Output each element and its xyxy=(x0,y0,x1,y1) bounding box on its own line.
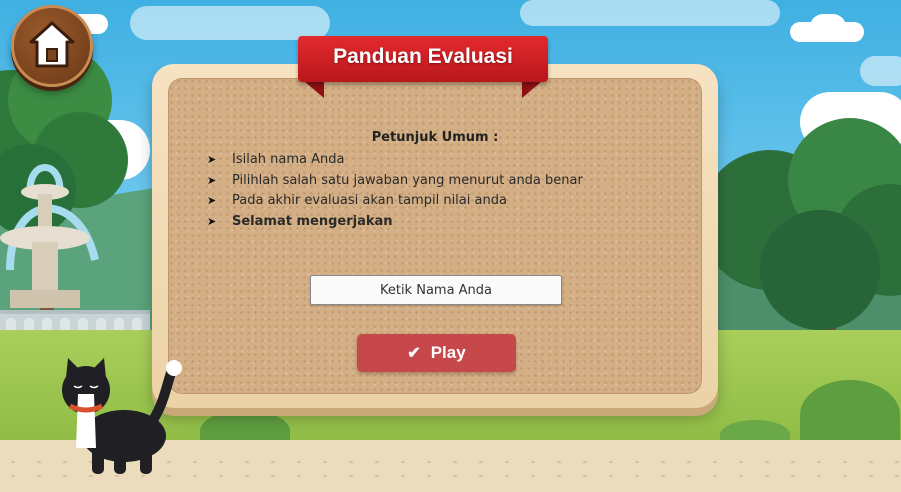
list-item: ➤ Pilihlah salah satu jawaban yang menuru… xyxy=(207,171,583,192)
list-item: ➤ Selamat mengerjakan xyxy=(207,212,583,233)
fountain xyxy=(0,164,99,308)
right-tree xyxy=(700,118,901,360)
list-item: ➤ Pada akhir evaluasi akan tampil nilai a… xyxy=(207,191,583,212)
instructions-list: ➤ Isilah nama Anda ➤ Pilihlah salah satu j… xyxy=(207,150,583,232)
play-button[interactable]: ✔ Play xyxy=(357,334,516,372)
cloud xyxy=(860,56,901,86)
cat-mascot xyxy=(62,358,182,474)
name-input[interactable] xyxy=(310,275,562,305)
bullet-arrow-icon: ➤ xyxy=(207,153,217,166)
play-button-label: Play xyxy=(430,343,466,362)
check-icon: ✔ xyxy=(407,345,421,362)
page-title: Panduan Evaluasi xyxy=(333,45,513,68)
bullet-arrow-icon: ➤ xyxy=(207,173,217,187)
instructions-heading: Petunjuk Umum : xyxy=(371,130,499,145)
home-icon xyxy=(29,21,75,68)
list-item: ➤ Isilah nama Anda xyxy=(207,150,583,171)
cloud xyxy=(520,0,780,26)
home-button[interactable] xyxy=(11,5,93,87)
bullet-arrow-icon: ➤ xyxy=(207,214,217,228)
cloud xyxy=(130,6,330,40)
bullet-arrow-icon: ➤ xyxy=(207,194,217,207)
cloud xyxy=(810,14,846,40)
title-ribbon: Panduan Evaluasi xyxy=(298,36,548,98)
